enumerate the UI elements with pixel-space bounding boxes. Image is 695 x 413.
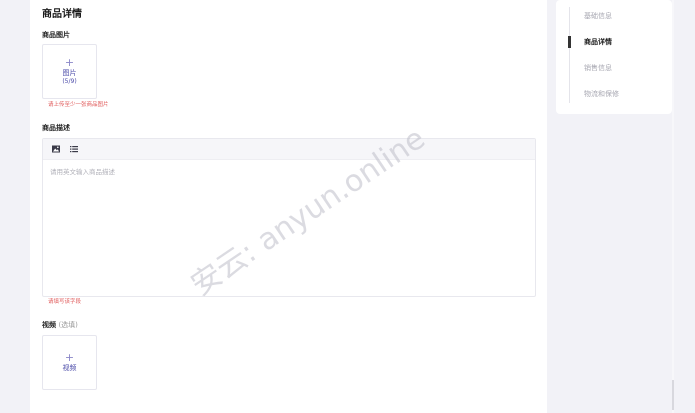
editor-toolbar [43,139,535,160]
plus-icon: + [64,56,75,69]
product-details-panel: 商品详情 商品图片 + 图片 (5/9) 请上传至少一张商品图片 商品描述 请用… [30,0,547,413]
product-description-label: 商品描述 [42,124,70,132]
product-images-label: 商品图片 [42,31,70,39]
list-icon[interactable] [69,144,79,154]
nav-item-sales-info[interactable]: 销售信息 [584,63,612,73]
image-upload-button[interactable]: + 图片 (5/9) [42,44,97,99]
image-upload-count: (5/9) [62,78,77,85]
nav-item-basic-info[interactable]: 基础信息 [584,11,612,21]
scrollbar-thumb[interactable] [672,380,674,410]
image-upload-label: 图片 [62,69,77,77]
section-title: 商品详情 [42,9,82,20]
scrollbar-track[interactable] [672,0,674,413]
video-label-text: 视频 [42,321,56,329]
nav-item-shipping-warranty[interactable]: 物流和保修 [584,89,619,99]
section-nav: 基础信息 商品详情 销售信息 物流和保修 [556,0,672,114]
video-optional-text: (选填) [58,321,78,329]
page: 商品详情 商品图片 + 图片 (5/9) 请上传至少一张商品图片 商品描述 请用… [0,0,695,413]
description-placeholder: 请用英文输入商品描述 [50,168,115,176]
nav-active-indicator [568,36,571,48]
images-error-hint: 请上传至少一张商品图片 [48,102,109,108]
video-upload-label: 视频 [62,364,77,372]
description-editor[interactable]: 请用英文输入商品描述 [42,138,536,297]
video-label: 视频 (选填) [42,320,78,330]
nav-item-product-details[interactable]: 商品详情 [584,37,612,47]
nav-track [569,7,570,103]
description-error-hint: 请填写该字段 [48,299,82,305]
plus-icon: + [64,351,75,364]
image-icon[interactable] [51,144,61,154]
video-upload-button[interactable]: + 视频 [42,335,97,390]
